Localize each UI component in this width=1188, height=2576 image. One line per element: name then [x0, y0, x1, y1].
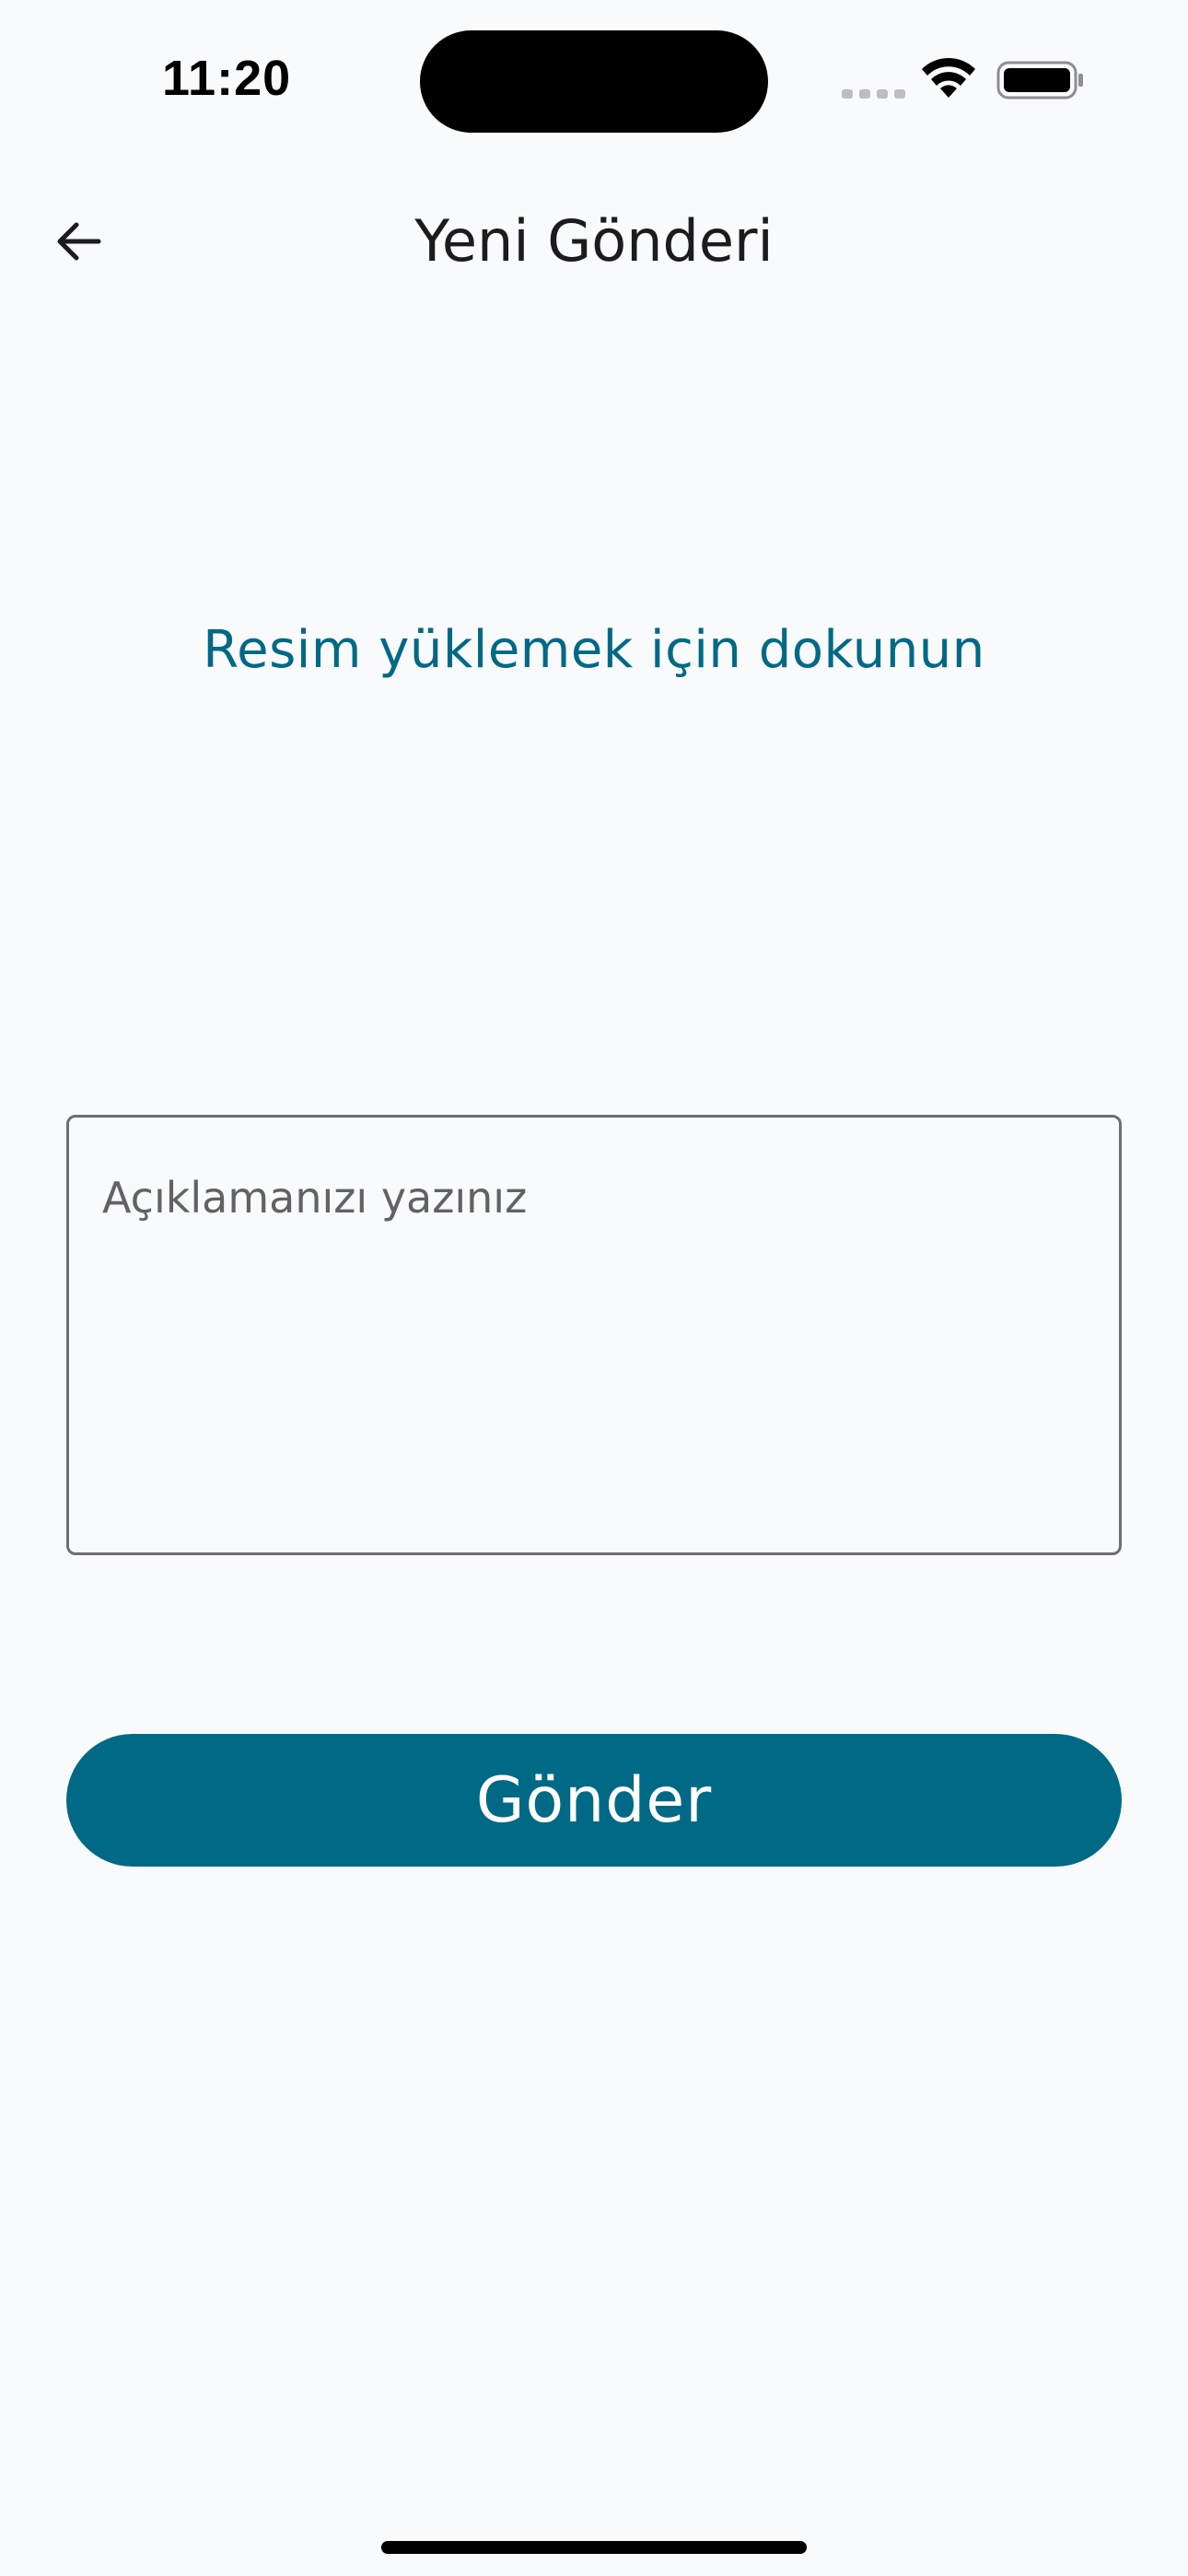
- upload-prompt: Resim yüklemek için dokunun: [203, 619, 985, 680]
- status-time: 11:20: [162, 51, 292, 106]
- submit-button[interactable]: Gönder: [66, 1734, 1122, 1867]
- cellular-signal-icon: [842, 89, 905, 99]
- submit-label: Gönder: [475, 1763, 713, 1837]
- page-title: Yeni Gönderi: [414, 207, 774, 275]
- app-bar: Yeni Gönderi: [0, 184, 1188, 299]
- description-field[interactable]: Açıklamanızı yazınız: [66, 1115, 1122, 1555]
- description-placeholder: Açıklamanızı yazınız: [102, 1173, 528, 1223]
- wifi-icon: [922, 57, 975, 98]
- home-indicator[interactable]: [381, 2541, 807, 2554]
- battery-icon: [996, 61, 1083, 100]
- image-upload-area[interactable]: Resim yüklemek için dokunun: [66, 534, 1122, 765]
- dynamic-island: [420, 30, 768, 133]
- new-post-screen: 11:20 Yeni Gönderi Resim yüklemek için d…: [0, 0, 1188, 2576]
- status-bar: 11:20: [0, 0, 1188, 157]
